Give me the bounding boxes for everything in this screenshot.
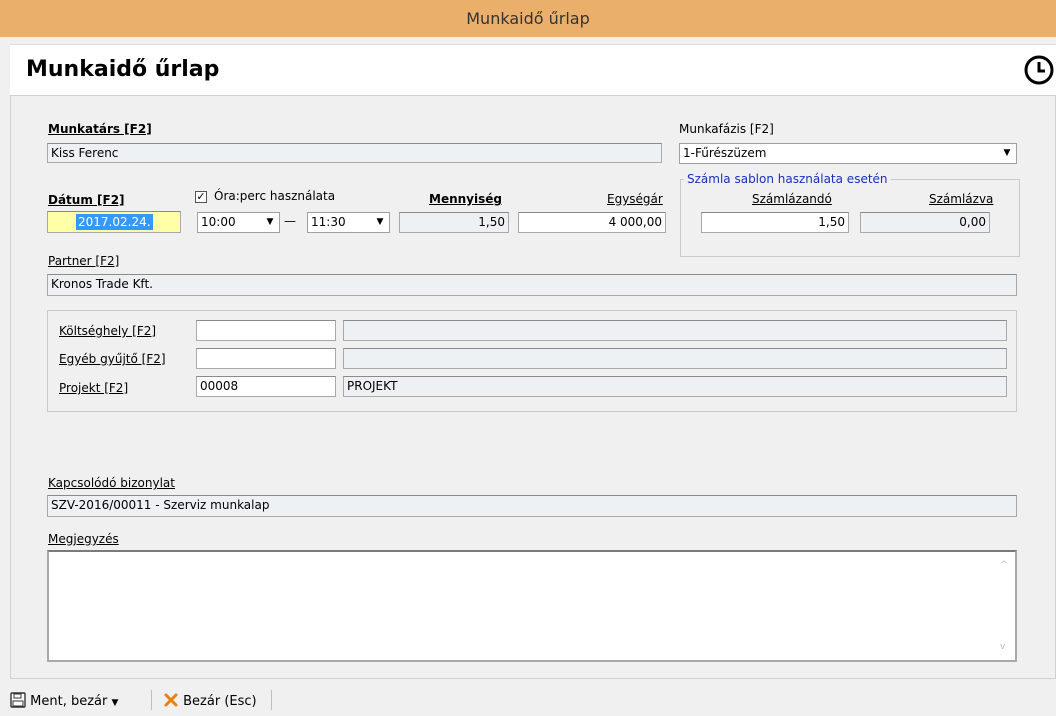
chevron-down-icon[interactable]: ▼ (111, 698, 118, 708)
ora-perc-checkbox[interactable]: ✓ (195, 191, 207, 203)
partner-label: Partner [F2] (48, 254, 120, 268)
munkafazis-value: 1-Fűrészüzem (683, 146, 767, 160)
munkatars-field[interactable]: Kiss Ferenc (47, 143, 662, 163)
scroll-down-icon[interactable]: v (1000, 638, 1005, 656)
chevron-down-icon[interactable]: ▼ (999, 145, 1015, 161)
projekt-name-field: PROJEKT (343, 376, 1007, 397)
egysegar-label: Egységár (607, 192, 663, 206)
datum-field[interactable]: 2017.02.24. (47, 211, 181, 233)
szamlazva-field: 0,00 (860, 212, 990, 233)
window-title-bar: Munkaidő űrlap (0, 0, 1056, 37)
bottom-toolbar: Ment, bezár ▼ Bezár (Esc) (0, 684, 1056, 716)
szamlazva-label: Számlázva (929, 192, 994, 206)
toolbar-separator (271, 690, 272, 710)
koltseghely-code-field[interactable] (196, 320, 336, 341)
megjegyzes-scrollbar[interactable]: ^ v (997, 552, 1015, 660)
datum-value: 2017.02.24. (76, 214, 153, 230)
close-icon (164, 693, 178, 707)
egyeb-gyujto-code-field[interactable] (196, 348, 336, 369)
mennyiseg-field: 1,50 (399, 212, 509, 233)
egysegar-field[interactable]: 4 000,00 (518, 212, 666, 233)
szamlazando-label: Számlázandó (752, 192, 832, 206)
mennyiseg-label: Mennyiség (429, 192, 502, 206)
munkafazis-label: Munkafázis [F2] (679, 122, 774, 136)
time-from-select[interactable]: 10:00 ▼ (197, 212, 280, 233)
datum-label: Dátum [F2] (48, 193, 125, 207)
koltseghely-name-field (343, 320, 1007, 341)
clock-icon (1022, 53, 1056, 90)
partner-field[interactable]: Kronos Trade Kft. (47, 274, 1017, 296)
egyeb-gyujto-label: Egyéb gyűjtő [F2] (59, 352, 166, 366)
ora-perc-label: Óra:perc használata (214, 189, 336, 203)
form-panel: Munkatárs [F2] Kiss Ferenc Munkafázis [F… (10, 95, 1056, 679)
szamlazando-field[interactable]: 1,50 (701, 212, 849, 233)
chevron-down-icon[interactable]: ▼ (262, 214, 278, 230)
form-header: Munkaidő űrlap (10, 44, 1056, 95)
save-close-label: Ment, bezár (30, 694, 108, 709)
time-to-select[interactable]: 11:30 ▼ (307, 212, 390, 233)
page-title: Munkaidő űrlap (26, 57, 220, 82)
munkatars-label: Munkatárs [F2] (48, 122, 152, 136)
kapcsolodo-label: Kapcsolódó bizonylat (48, 476, 175, 490)
megjegyzes-textarea[interactable]: ^ v (47, 550, 1017, 662)
save-close-button[interactable]: Ment, bezár ▼ (10, 692, 118, 709)
szamla-group-title: Számla sablon használata esetén (684, 172, 891, 186)
egyeb-gyujto-name-field (343, 348, 1007, 369)
close-button[interactable]: Bezár (Esc) (163, 692, 257, 709)
munkafazis-select[interactable]: 1-Fűrészüzem ▼ (679, 143, 1017, 164)
projekt-label: Projekt [F2] (59, 381, 129, 395)
scroll-up-icon[interactable]: ^ (1000, 556, 1008, 574)
time-from-value: 10:00 (201, 215, 236, 229)
projekt-code-field[interactable]: 00008 (196, 376, 336, 397)
koltseghely-label: Költséghely [F2] (59, 324, 157, 338)
close-label: Bezár (Esc) (183, 694, 257, 709)
floppy-disk-icon (10, 692, 26, 708)
kapcsolodo-field[interactable]: SZV-2016/00011 - Szerviz munkalap (47, 495, 1017, 517)
chevron-down-icon[interactable]: ▼ (372, 214, 388, 230)
time-to-value: 11:30 (311, 215, 346, 229)
time-separator: — (284, 214, 296, 228)
megjegyzes-label: Megjegyzés (48, 532, 119, 546)
window-title: Munkaidő űrlap (466, 9, 590, 28)
toolbar-separator (151, 690, 152, 710)
